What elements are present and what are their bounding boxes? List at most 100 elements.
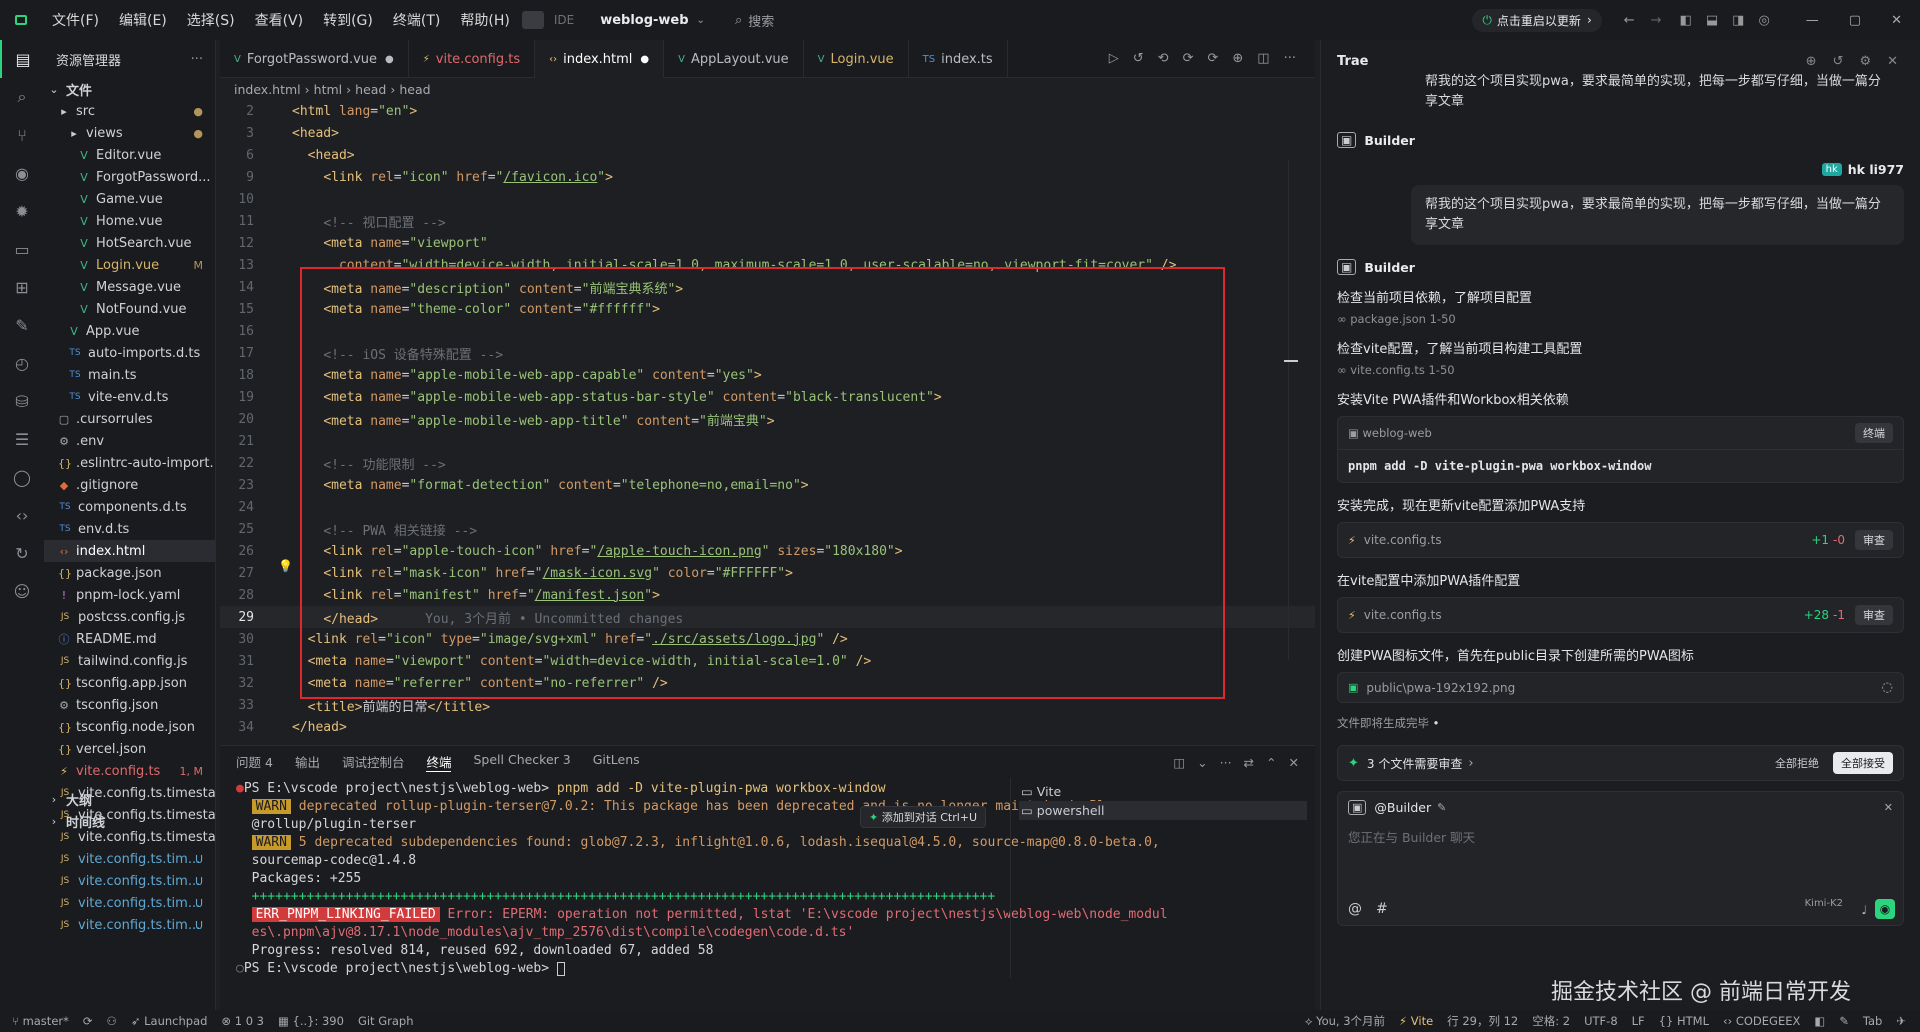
tree-file[interactable]: JS vite.config.ts.tim... U: [44, 914, 215, 936]
tree-file[interactable]: ⚙ tsconfig.json: [44, 694, 215, 716]
blame-item[interactable]: ⟡ You, 3个月前: [1305, 1013, 1385, 1029]
reject-all-button[interactable]: 全部拒绝: [1775, 755, 1819, 771]
tree-file[interactable]: ⚙ .env: [44, 430, 215, 452]
tree-folder[interactable]: ▸ src ●: [44, 100, 215, 122]
eol[interactable]: LF: [1632, 1014, 1645, 1028]
toggle-sidebar-icon[interactable]: ◧: [1680, 13, 1692, 28]
explorer-icon[interactable]: ▤: [0, 40, 44, 78]
tree-file[interactable]: ▢ .cursorrules: [44, 408, 215, 430]
breadcrumb-item[interactable]: head: [355, 82, 386, 97]
split-terminal-icon[interactable]: ◫: [1173, 755, 1185, 770]
next-change-icon[interactable]: ⟳: [1207, 51, 1218, 66]
compare-icon[interactable]: ⟲: [1158, 51, 1169, 66]
tree-file[interactable]: {} package.json: [44, 562, 215, 584]
search-view-icon[interactable]: ⌕: [0, 78, 44, 116]
broadcast-icon[interactable]: ⚇: [107, 1014, 117, 1028]
editor-tab[interactable]: TS index.ts: [909, 40, 1008, 78]
scrollbar[interactable]: [1288, 160, 1298, 660]
file-change-card[interactable]: ▣ public\pwa-192x192.png ◌: [1337, 672, 1904, 703]
code-line[interactable]: 11 <!-- 视口配置 -->: [220, 210, 1315, 232]
maximize-icon[interactable]: ▢: [1849, 13, 1861, 28]
editor-tab[interactable]: V AppLayout.vue: [664, 40, 804, 78]
tree-file[interactable]: TS main.ts: [44, 364, 215, 386]
update-button[interactable]: ⏻ 点击重启以更新 ›: [1472, 8, 1602, 32]
codegeex-item[interactable]: ‹› CODEGEEX: [1723, 1014, 1800, 1028]
bug-icon[interactable]: ✹: [0, 192, 44, 230]
tree-file[interactable]: JS vite.config.ts.tim... U: [44, 870, 215, 892]
tree-file[interactable]: V HotSearch.vue: [44, 232, 215, 254]
account-icon[interactable]: ◎: [1758, 13, 1769, 28]
tree-file[interactable]: ⓘ README.md: [44, 628, 215, 650]
editor-tab[interactable]: ‹› index.html ●: [535, 40, 665, 78]
tree-file[interactable]: {} vercel.json: [44, 738, 215, 760]
history-icon[interactable]: ↻: [0, 534, 44, 572]
format-icon[interactable]: ✎: [1839, 1014, 1849, 1028]
panel-tab[interactable]: 终端: [426, 752, 452, 772]
tree-file[interactable]: V Editor.vue: [44, 144, 215, 166]
model-label[interactable]: Kimi-K2: [1805, 898, 1843, 909]
add-to-chat-button[interactable]: ✦ 添加到对话 Ctrl+U: [860, 806, 987, 828]
tree-file[interactable]: TS env.d.ts: [44, 518, 215, 540]
tree-file[interactable]: ⚡ vite.config.ts 1, M: [44, 760, 215, 782]
tree-file[interactable]: JS tailwind.config.js: [44, 650, 215, 672]
panel-tab[interactable]: Spell Checker 3: [473, 752, 570, 772]
more-actions-icon[interactable]: ···: [191, 52, 203, 67]
breadcrumb-item[interactable]: html: [314, 82, 342, 97]
menu-item[interactable]: 选择(S): [177, 10, 245, 30]
breadcrumb-item[interactable]: head: [399, 82, 430, 97]
run-icon[interactable]: ▷: [1109, 51, 1119, 66]
tree-file[interactable]: ◆ .gitignore: [44, 474, 215, 496]
review-button[interactable]: 审查: [1855, 605, 1893, 625]
tree-file[interactable]: {} tsconfig.app.json: [44, 672, 215, 694]
tree-file[interactable]: TS vite-env.d.ts: [44, 386, 215, 408]
tree-file[interactable]: V Game.vue: [44, 188, 215, 210]
tree-folder[interactable]: ▸ views ●: [44, 122, 215, 144]
tree-file[interactable]: V Home.vue: [44, 210, 215, 232]
toggle-chat-icon[interactable]: ◨: [1732, 13, 1744, 28]
new-chat-icon[interactable]: ⊕: [1806, 54, 1817, 69]
search-box[interactable]: ⌕ 搜索: [735, 11, 774, 30]
more-panel-icon[interactable]: ···: [1220, 755, 1232, 770]
open-terminal-button[interactable]: 终端: [1855, 423, 1893, 443]
file-change-card[interactable]: ⚡ vite.config.ts +1 -0 审查: [1337, 522, 1904, 558]
editor-tab[interactable]: V Login.vue: [804, 40, 909, 78]
minimize-icon[interactable]: —: [1806, 13, 1819, 28]
file-change-card[interactable]: ⚡ vite.config.ts +28 -1 审查: [1337, 597, 1904, 633]
close-panel-icon[interactable]: ✕: [1289, 755, 1299, 770]
tree-file[interactable]: V Login.vue M: [44, 254, 215, 276]
run-debug-icon[interactable]: ◉: [0, 154, 44, 192]
brush-icon[interactable]: ✎: [0, 306, 44, 344]
timeline-section[interactable]: › 时间线: [44, 810, 216, 832]
outline-section[interactable]: › 大纲 › 时间线: [44, 788, 216, 832]
tree-file[interactable]: {} tsconfig.node.json: [44, 716, 215, 738]
layout-panel-icon[interactable]: ⇄: [1244, 755, 1254, 770]
timeline-icon[interactable]: ↺: [1133, 51, 1144, 66]
breadcrumb-item[interactable]: index.html: [234, 82, 301, 97]
send-button[interactable]: ◉: [1875, 899, 1895, 919]
tree-file[interactable]: V NotFound.vue: [44, 298, 215, 320]
forward-arrow-icon[interactable]: →: [1651, 13, 1662, 28]
panel-tab[interactable]: GitLens: [593, 752, 640, 772]
chat-input[interactable]: 您正在与 Builder 聊天: [1338, 823, 1903, 883]
menu-item[interactable]: 编辑(E): [109, 10, 177, 30]
timer-icon[interactable]: ◴: [0, 344, 44, 382]
files-section-header[interactable]: ⌄ 文件: [44, 78, 215, 100]
code-line[interactable]: 2 <html lang="en">: [220, 100, 1315, 122]
more-editor-icon[interactable]: ···: [1284, 51, 1296, 66]
problems-indicator[interactable]: ⊗ 1 0 3: [221, 1014, 264, 1028]
menu-item[interactable]: 转到(G): [313, 10, 383, 30]
tree-file[interactable]: JS vite.config.ts.tim... U: [44, 892, 215, 914]
cursor-position[interactable]: 行 29，列 12: [1447, 1013, 1518, 1029]
code-line[interactable]: 34 </head>: [220, 716, 1315, 738]
ide-toggle[interactable]: IDE: [521, 11, 574, 29]
pending-review-label[interactable]: 3 个文件需要审查: [1367, 755, 1462, 772]
menu-item[interactable]: 文件(F): [42, 10, 109, 30]
github-icon[interactable]: ◯: [0, 458, 44, 496]
encoding[interactable]: UTF-8: [1584, 1014, 1618, 1028]
toggle-panel-icon[interactable]: ⬓: [1706, 13, 1718, 28]
settings-icon[interactable]: ⚙: [1859, 54, 1871, 69]
tree-file[interactable]: {} .eslintrc-auto-import...: [44, 452, 215, 474]
language-mode[interactable]: {} HTML: [1659, 1014, 1709, 1028]
tree-file[interactable]: JS vite.config.ts.tim... U: [44, 848, 215, 870]
panel-tab[interactable]: 调试控制台: [342, 752, 405, 772]
